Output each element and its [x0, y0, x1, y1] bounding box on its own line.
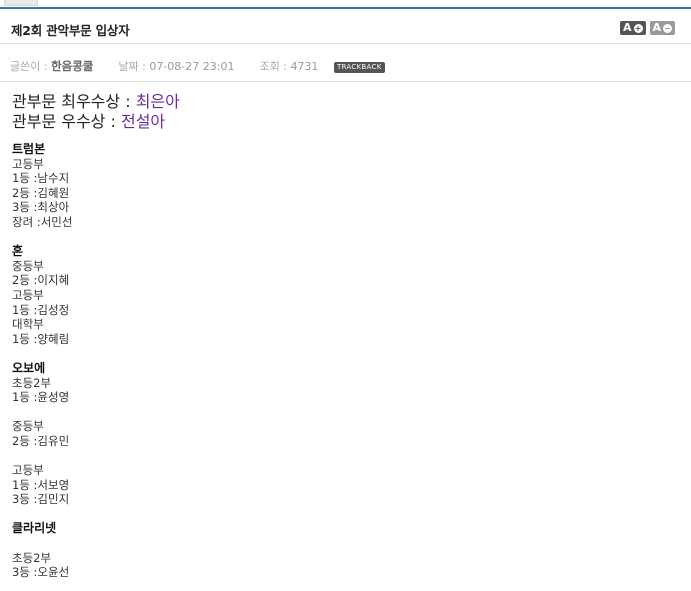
result-line: 고등부 [12, 156, 44, 171]
font-increase-letter: A [623, 21, 632, 34]
instrument-heading: 오보에 [12, 360, 46, 375]
result-line: 중등부 [12, 258, 44, 273]
result-line: 1등 :남수지 [12, 171, 70, 186]
result-line: 장려 :서민선 [12, 214, 73, 229]
minus-icon: − [663, 23, 673, 33]
result-line: 초등2부 [12, 375, 52, 390]
result-line: 2등 :이지혜 [12, 273, 70, 288]
instrument-heading: 혼 [12, 244, 24, 259]
date-label: 날짜 : [118, 60, 150, 73]
result-line: 3등 :김민지 [12, 492, 70, 507]
result-line: 2등 :김혜원 [12, 185, 70, 200]
trackback-button[interactable]: TRACKBACK [333, 61, 385, 73]
font-increase-button[interactable]: A + [620, 21, 646, 35]
font-decrease-button[interactable]: A − [649, 21, 676, 35]
font-decrease-letter: A [652, 21, 662, 34]
post-date: 07-08-27 23:01 [149, 60, 235, 73]
result-line: 중등부 [12, 419, 44, 434]
font-size-controls: A + A − [620, 21, 676, 35]
result-line: 고등부 [12, 287, 44, 302]
result-line: 고등부 [12, 463, 44, 478]
post-meta: 글쓴이 : 한음콩쿨 날짜 : 07-08-27 23:01 조회 : 4731… [0, 44, 691, 82]
post-content: 관부문 최우수상 : 최은아 관부문 우수상 : 전설아 트럼본 고등부 1등 :남수… [12, 92, 672, 580]
result-line: 3등 :오윤선 [12, 565, 70, 580]
tab-stub[interactable] [4, 0, 38, 6]
result-line: 초등2부 [12, 550, 52, 565]
result-line: 2등 :김유민 [12, 433, 70, 448]
plus-icon: + [633, 23, 643, 33]
award-winner: 최은아 [135, 92, 180, 111]
award-winner: 전설아 [120, 112, 166, 131]
author-label: 글쓴이 : [10, 60, 52, 73]
award-line: 관부문 우수상 : 전설아 [12, 112, 672, 132]
post-title: 제2회 관악부문 입상자 [11, 23, 130, 38]
result-line: 1등 :양혜림 [12, 331, 70, 346]
award-summary: 관부문 최우수상 : 최은아 관부문 우수상 : 전설아 [12, 92, 672, 132]
result-list: 트럼본 고등부 1등 :남수지 2등 :김혜원 3등 :최상아 장려 :서민선 혼 중등부 2등… [12, 142, 672, 580]
result-line: 1등 :김성정 [12, 302, 70, 317]
award-label: 관부문 최우수상 : [12, 92, 136, 111]
meta-row: 글쓴이 : 한음콩쿨 날짜 : 07-08-27 23:01 조회 : 4731… [10, 58, 385, 74]
award-line: 관부문 최우수상 : 최은아 [12, 92, 672, 112]
result-line: 대학부 [12, 317, 44, 332]
instrument-heading: 클라리넷 [12, 521, 57, 536]
result-line: 1등 :윤성영 [12, 390, 70, 405]
author-name[interactable]: 한음콩쿨 [51, 59, 93, 73]
result-line: 3등 :최상아 [12, 200, 70, 215]
view-count: 4731 [290, 60, 319, 73]
post-header: 제2회 관악부문 입상자 A + A − [0, 9, 691, 44]
instrument-heading: 트럼본 [12, 142, 46, 156]
award-label: 관부문 우수상 : [12, 112, 121, 131]
views-label: 조회 : [259, 60, 291, 73]
result-line: 1등 :서보영 [12, 477, 70, 492]
